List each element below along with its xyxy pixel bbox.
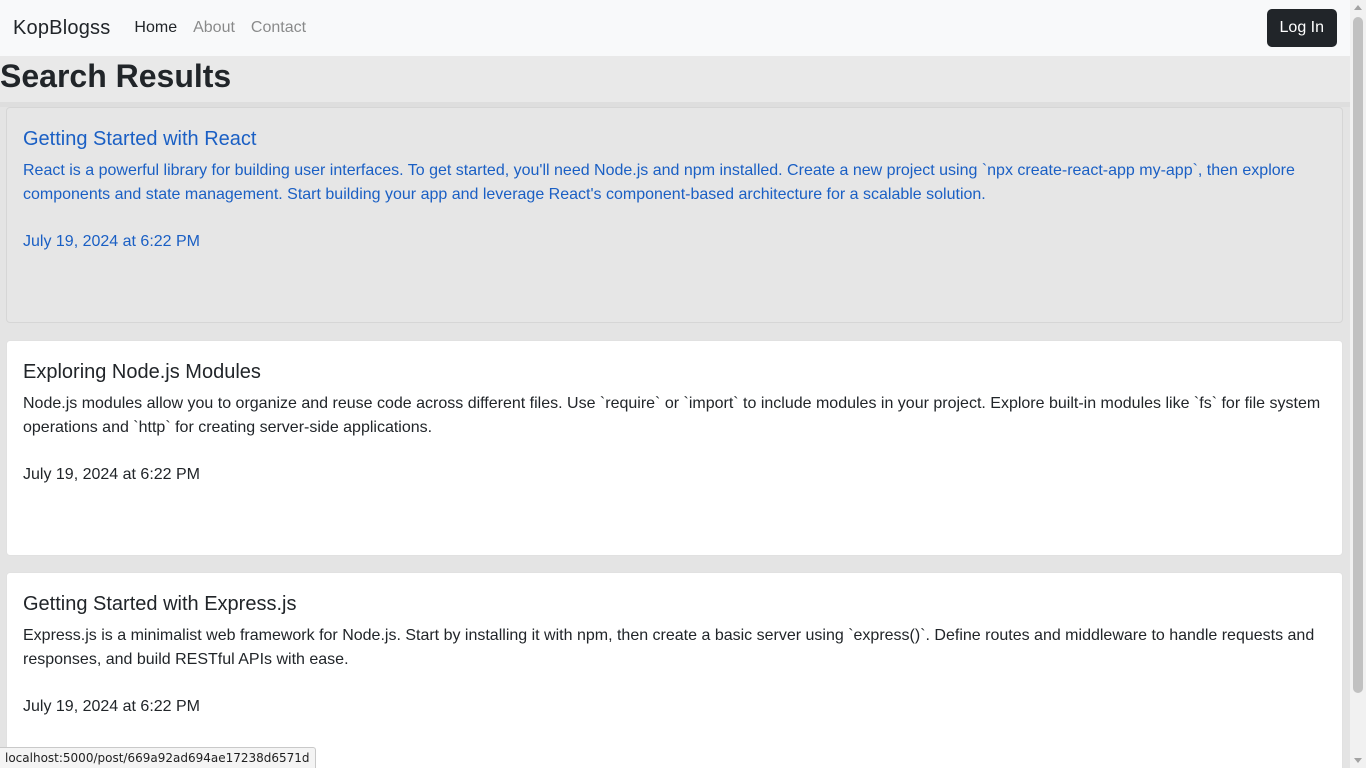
vertical-scrollbar[interactable] <box>1350 0 1366 768</box>
post-excerpt: Express.js is a minimalist web framework… <box>23 627 1315 668</box>
nav-links: Home About Contact <box>126 19 314 37</box>
post-date: July 19, 2024 at 6:22 PM <box>23 698 200 715</box>
link-status-bar: localhost:5000/post/669a92ad694ae17238d6… <box>0 747 316 768</box>
scroll-thumb[interactable] <box>1353 17 1363 693</box>
post-title[interactable]: Getting Started with React <box>23 126 1326 152</box>
scroll-down-arrow-icon[interactable] <box>1354 758 1362 763</box>
post-date: July 19, 2024 at 6:22 PM <box>23 466 200 483</box>
nav-link-home[interactable]: Home <box>126 19 185 37</box>
search-results-list: Getting Started with React React is a po… <box>0 102 1350 768</box>
nav-link-about[interactable]: About <box>185 19 243 37</box>
post-excerpt: Node.js modules allow you to organize an… <box>23 395 1321 436</box>
post-excerpt: React is a powerful library for building… <box>23 162 1295 203</box>
post-title[interactable]: Exploring Node.js Modules <box>23 359 1326 385</box>
post-title[interactable]: Getting Started with Express.js <box>23 591 1326 617</box>
page-title: Search Results <box>0 58 232 94</box>
top-navbar: KopBlogss Home About Contact Log In <box>0 0 1350 56</box>
post-card-react[interactable]: Getting Started with React React is a po… <box>6 107 1343 323</box>
brand-logo[interactable]: KopBlogss <box>13 17 110 40</box>
post-card-express[interactable]: Getting Started with Express.js Express.… <box>6 572 1343 768</box>
post-card-nodejs[interactable]: Exploring Node.js Modules Node.js module… <box>6 340 1343 556</box>
post-date: July 19, 2024 at 6:22 PM <box>23 233 200 250</box>
scroll-up-arrow-icon[interactable] <box>1354 5 1362 10</box>
nav-link-contact[interactable]: Contact <box>243 19 314 37</box>
login-button[interactable]: Log In <box>1266 9 1337 47</box>
